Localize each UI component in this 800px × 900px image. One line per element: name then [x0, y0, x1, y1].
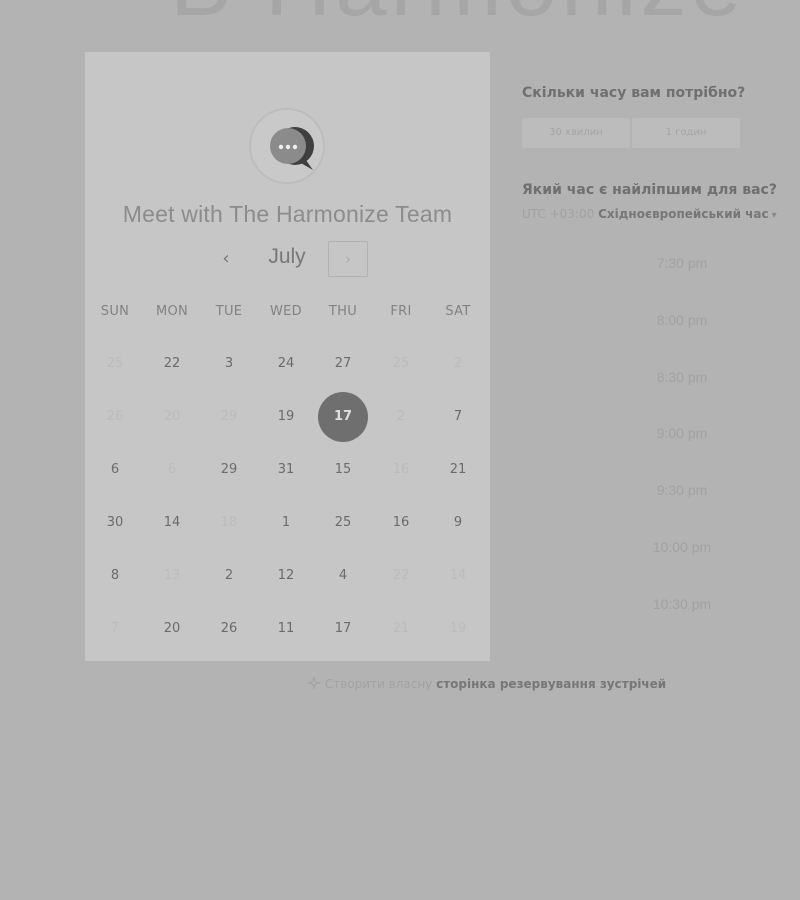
background-brand-title: B Harmonize: [170, 0, 746, 30]
calendar-day[interactable]: 7: [434, 393, 482, 441]
calendar-day: 25: [106, 356, 124, 371]
calendar-day[interactable]: 20: [148, 605, 196, 653]
calendar-day: 21: [392, 621, 410, 636]
calendar-day: 16: [392, 462, 410, 477]
calendar-day[interactable]: 14: [148, 499, 196, 547]
calendar-day: 6: [167, 462, 177, 477]
calendar-day[interactable]: 22: [148, 340, 196, 388]
calendar-day[interactable]: 15: [319, 446, 367, 494]
weekday-label: TUE: [215, 304, 243, 319]
calendar-day[interactable]: 11: [262, 605, 310, 653]
calendar-day[interactable]: 24: [262, 340, 310, 388]
calendar-day[interactable]: 3: [205, 340, 253, 388]
prev-month-button[interactable]: ‹: [209, 243, 243, 275]
team-logo: [249, 108, 325, 184]
time-slot-button[interactable]: 8:30 pm: [622, 369, 742, 385]
footer-link[interactable]: сторінка резервування зустрічей: [436, 677, 666, 691]
calendar-day[interactable]: 17: [319, 605, 367, 653]
time-slot-button[interactable]: 7:30 pm: [622, 255, 742, 271]
calendar-day: 26: [106, 409, 124, 424]
calendar-day[interactable]: 4: [319, 552, 367, 600]
duration-option-button[interactable]: 1 годин: [632, 118, 740, 148]
selected-date[interactable]: 17: [318, 392, 368, 442]
chat-bubble-icon: [270, 127, 314, 170]
calendar-day[interactable]: 12: [262, 552, 310, 600]
calendar-day: 25: [392, 356, 410, 371]
calendar-day: 20: [163, 409, 181, 424]
calendar-day[interactable]: 31: [262, 446, 310, 494]
timezone-selector[interactable]: UTC +03:00 Східноєвропейський час ▾: [522, 207, 777, 221]
duration-question: Скільки часу вам потрібно?: [522, 85, 746, 101]
weekday-label: SAT: [445, 304, 471, 319]
weekday-label: WED: [270, 304, 302, 319]
timezone-offset: UTC +03:00: [522, 207, 595, 221]
calendar-day[interactable]: 6: [91, 446, 139, 494]
time-slot-button[interactable]: 9:00 pm: [622, 425, 742, 441]
month-label: July: [268, 245, 306, 268]
calendar-day: 19: [449, 621, 467, 636]
timezone-name: Східноєвропейський час: [598, 207, 769, 221]
duration-option-button[interactable]: 30 хвилин: [522, 118, 630, 148]
calendar-day[interactable]: 2: [205, 552, 253, 600]
calendar-day: 13: [163, 568, 181, 583]
footer-text: Створити власну: [324, 677, 433, 691]
calendar-day[interactable]: 26: [205, 605, 253, 653]
sparkle-icon: [307, 676, 321, 690]
calendar-day[interactable]: 30: [91, 499, 139, 547]
weekday-label: MON: [155, 304, 189, 319]
next-month-button[interactable]: ›: [328, 241, 368, 277]
time-slot-button[interactable]: 10:00 pm: [622, 539, 742, 555]
calendar-day: 2: [453, 356, 463, 371]
footer-promo: Створити власну сторінка резервування зу…: [307, 676, 666, 691]
calendar-day: 2: [396, 409, 406, 424]
calendar-day[interactable]: 25: [319, 499, 367, 547]
calendar-day[interactable]: 21: [434, 446, 482, 494]
calendar-day: 18: [220, 515, 238, 530]
weekday-label: SUN: [100, 304, 130, 319]
calendar-day[interactable]: 29: [205, 446, 253, 494]
weekday-label: THU: [328, 304, 358, 319]
calendar-day: 14: [449, 568, 467, 583]
calendar-day: 22: [392, 568, 410, 583]
calendar-day[interactable]: 9: [434, 499, 482, 547]
calendar-day: 7: [110, 621, 120, 636]
calendar-day[interactable]: 1: [262, 499, 310, 547]
time-slot-button[interactable]: 8:00 pm: [622, 312, 742, 328]
calendar-day[interactable]: 8: [91, 552, 139, 600]
calendar-day[interactable]: 16: [377, 499, 425, 547]
calendar-day: 29: [220, 409, 238, 424]
calendar-day[interactable]: 19: [262, 393, 310, 441]
time-question: Який час є найліпшим для вас?: [522, 182, 777, 198]
event-title: Meet with The Harmonize Team: [122, 201, 453, 227]
weekday-label: FRI: [390, 304, 412, 319]
calendar-day[interactable]: 27: [319, 340, 367, 388]
time-slot-button[interactable]: 10:30 pm: [622, 596, 742, 612]
time-slot-button[interactable]: 9:30 pm: [622, 482, 742, 498]
chevron-down-icon: ▾: [771, 210, 777, 221]
